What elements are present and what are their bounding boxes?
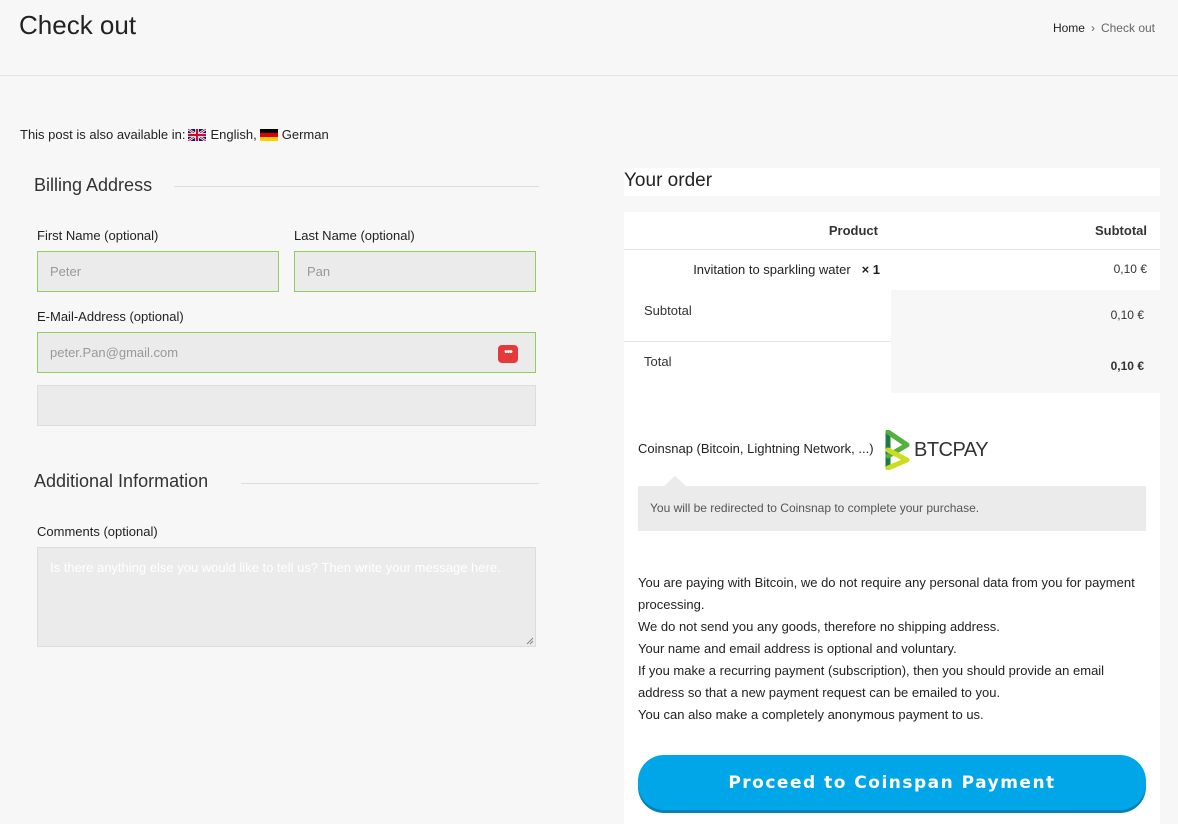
btcpay-logo-icon — [885, 430, 910, 470]
proceed-payment-button[interactable]: Proceed to Coinspan Payment — [638, 755, 1146, 810]
first-name-field[interactable]: Peter — [37, 251, 279, 292]
total-value-cell: 0,10 € — [891, 342, 1160, 393]
subtotal-row: Subtotal — [624, 290, 892, 342]
breadcrumb-home-link[interactable]: Home — [1053, 21, 1085, 35]
total-value: 0,10 € — [1110, 359, 1144, 373]
uk-flag-icon — [188, 128, 207, 141]
payment-info-line: If you make a recurring payment (subscri… — [638, 663, 1105, 700]
chevron-right-icon: › — [1090, 21, 1095, 35]
section-divider — [241, 483, 539, 484]
last-name-label: Last Name (optional) — [294, 228, 415, 243]
order-item: Invitation to sparkling water × 1 — [693, 262, 880, 277]
payment-notice: You will be redirected to Coinsnap to co… — [638, 486, 1146, 531]
comments-placeholder: Is there anything else you would like to… — [50, 560, 501, 575]
subtotal-label: Subtotal — [644, 303, 692, 318]
comments-label: Comments (optional) — [37, 524, 158, 539]
breadcrumb-current: Check out — [1100, 21, 1155, 35]
comments-textarea[interactable]: Is there anything else you would like to… — [37, 547, 536, 647]
language-link-german[interactable]: German — [282, 127, 329, 142]
page-title: Check out — [19, 10, 137, 40]
payment-info-line: You are paying with Bitcoin, we do not r… — [638, 575, 1135, 612]
resize-handle-icon[interactable] — [526, 637, 534, 645]
order-title: Your order — [624, 170, 713, 191]
btcpay-logo-text: BTCPAY — [914, 439, 989, 461]
page-header: Check out Home › Check out — [0, 0, 1178, 76]
billing-section-title: Billing Address — [34, 175, 153, 195]
language-note-text: This post is also available in: — [20, 127, 186, 142]
first-name-value: Peter — [50, 264, 82, 279]
table-row: Invitation to sparkling water × 1 — [624, 250, 892, 290]
email-label: E-Mail-Address (optional) — [37, 309, 184, 324]
total-label: Total — [644, 354, 672, 369]
email-field[interactable]: peter.Pan@gmail.com ••• — [37, 332, 536, 373]
subtotal-value-cell: 0,10 € — [891, 290, 1160, 342]
language-link-english[interactable]: English, — [210, 127, 256, 142]
product-header-label: Product — [828, 223, 878, 238]
first-name-label: First Name (optional) — [37, 228, 159, 243]
order-item-price: 0,10 € — [1113, 262, 1147, 276]
payment-info-line: Your name and email address is optional … — [638, 641, 957, 656]
subtotal-value: 0,10 € — [1110, 308, 1144, 322]
payment-info: You are paying with Bitcoin, we do not r… — [638, 572, 1148, 726]
last-name-value: Pan — [307, 264, 331, 279]
breadcrumb: Home › Check out — [1053, 21, 1155, 35]
language-note: This post is also available in: English,… — [20, 127, 329, 142]
order-item-name: Invitation to sparkling water — [693, 262, 851, 277]
table-row: 0,10 € — [891, 250, 1160, 290]
subtotal-header-label: Subtotal — [1095, 223, 1147, 238]
payment-method-label[interactable]: Coinsnap (Bitcoin, Lightning Network, ..… — [638, 441, 874, 456]
payment-info-line: We do not send you any goods, therefore … — [638, 619, 1000, 634]
additional-section-title: Additional Information — [34, 471, 209, 491]
order-item-qty: × 1 — [861, 262, 880, 277]
section-divider — [174, 186, 539, 187]
password-manager-icon[interactable]: ••• — [498, 345, 518, 363]
payment-info-line: You can also make a completely anonymous… — [638, 707, 984, 722]
total-row: Total — [624, 342, 892, 393]
table-header-subtotal: Subtotal — [891, 212, 1160, 250]
table-header-product: Product — [624, 212, 892, 250]
email-value: peter.Pan@gmail.com — [50, 345, 179, 360]
btcpay-logo: BTCPAY — [885, 430, 989, 470]
extra-billing-field[interactable] — [37, 385, 536, 426]
german-flag-icon — [259, 128, 278, 141]
last-name-field[interactable]: Pan — [294, 251, 536, 292]
notice-arrow — [664, 476, 686, 486]
